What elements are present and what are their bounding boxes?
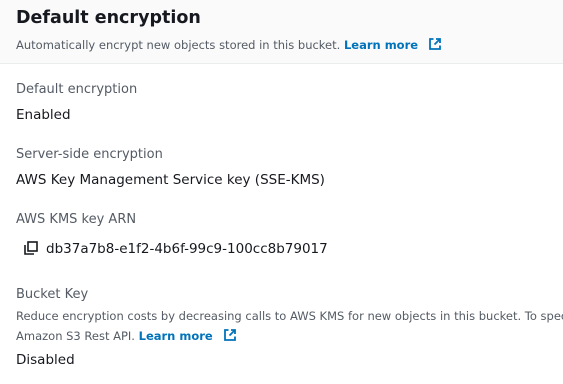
panel-description: Automatically encrypt new objects stored… bbox=[16, 37, 442, 52]
kms-key-arn-value: db37a7b8-e1f2-4b6f-99c9-100cc8b79017 bbox=[46, 241, 328, 257]
bucket-key-description-text: Amazon S3 Rest API. bbox=[16, 329, 135, 343]
copy-icon[interactable] bbox=[24, 241, 38, 255]
panel-description-text: Automatically encrypt new objects stored… bbox=[16, 38, 341, 52]
default-encryption-label: Default encryption bbox=[16, 82, 138, 97]
bucket-key-label: Bucket Key bbox=[16, 287, 89, 302]
bucket-key-value: Disabled bbox=[16, 352, 75, 368]
server-side-encryption-label: Server-side encryption bbox=[16, 147, 163, 162]
kms-key-arn-row: db37a7b8-e1f2-4b6f-99c9-100cc8b79017 bbox=[24, 241, 328, 257]
bucket-key-learn-more-link[interactable]: Learn more bbox=[139, 329, 237, 343]
server-side-encryption-value: AWS Key Management Service key (SSE-KMS) bbox=[16, 172, 325, 188]
panel-title: Default encryption bbox=[16, 8, 201, 28]
bucket-key-description-line1: Reduce encryption costs by decreasing ca… bbox=[16, 309, 563, 323]
learn-more-label: Learn more bbox=[343, 38, 419, 52]
bucket-key-description-line2: Amazon S3 Rest API. Learn more bbox=[16, 328, 237, 343]
panel-header: Default encryption Automatically encrypt… bbox=[0, 0, 563, 64]
kms-key-arn-label: AWS KMS key ARN bbox=[16, 212, 137, 227]
bucket-key-learn-more-label: Learn more bbox=[138, 329, 213, 343]
default-encryption-value: Enabled bbox=[16, 107, 71, 123]
external-link-icon bbox=[429, 38, 441, 50]
learn-more-link[interactable]: Learn more bbox=[344, 38, 442, 52]
external-link-icon bbox=[223, 329, 236, 341]
default-encryption-panel: Default encryption Automatically encrypt… bbox=[0, 0, 563, 384]
